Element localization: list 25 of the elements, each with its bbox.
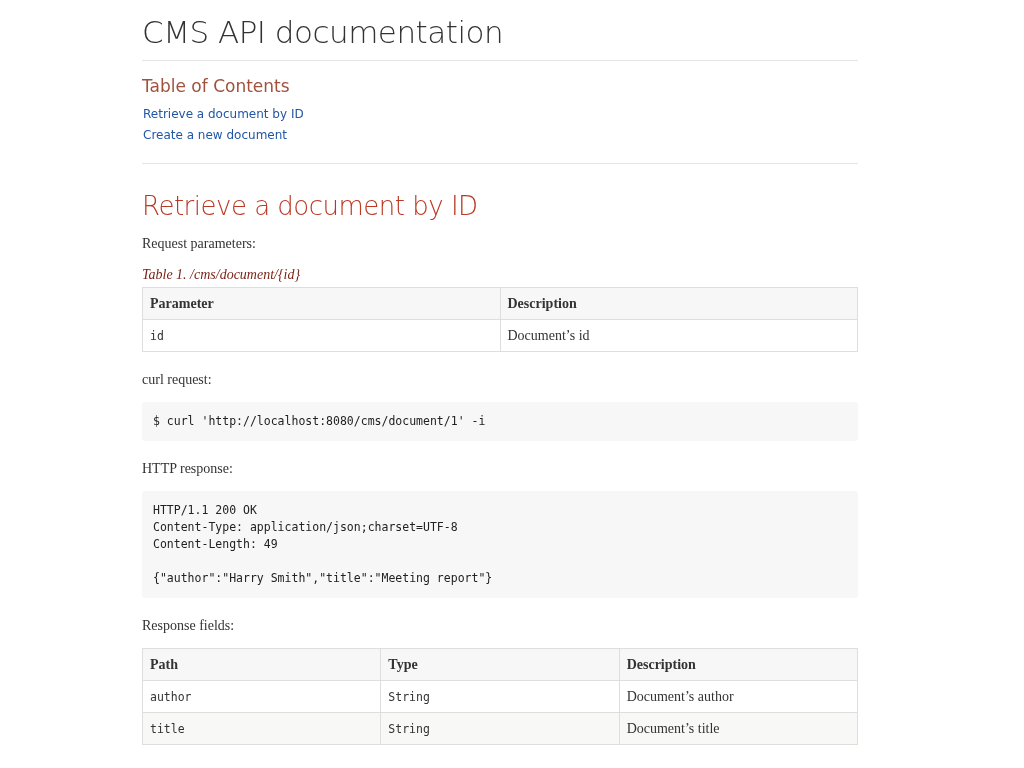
- toc-link[interactable]: Retrieve a document by ID: [143, 107, 304, 121]
- table-cell: title: [142, 712, 381, 745]
- column-header: Description: [619, 648, 858, 681]
- section-heading: Retrieve a document by ID: [142, 190, 479, 223]
- paragraph: HTTP response:: [142, 460, 234, 478]
- table-cell: author: [142, 680, 381, 713]
- toc-title: Table of Contents: [142, 75, 291, 97]
- table-cell: String: [380, 680, 620, 713]
- column-header: Description: [500, 287, 858, 320]
- table-caption: Table 1. /cms/document/{id}: [142, 266, 302, 284]
- code-block: $ curl 'http://localhost:8080/cms/document/1' -i: [142, 402, 858, 441]
- column-header: Parameter: [142, 287, 500, 320]
- table-cell: id: [142, 319, 500, 352]
- code-block: HTTP/1.1 200 OK Content-Type: application/json;charset=UTF-8 Content-Length: 49 {"author":"Harry Smith","title":"Meeting report"}: [142, 491, 858, 598]
- toc-link[interactable]: Create a new document: [143, 128, 288, 142]
- paragraph: Request parameters:: [142, 235, 257, 253]
- paragraph: Response fields:: [142, 617, 236, 635]
- page-title: CMS API documentation: [142, 13, 505, 52]
- table-cell: Document’s id: [500, 319, 858, 352]
- paragraph: curl request:: [142, 371, 213, 389]
- table-cell: String: [380, 712, 620, 745]
- column-header: Path: [142, 648, 381, 681]
- table-cell: Document’s author: [619, 680, 858, 713]
- table-cell: Document’s title: [619, 712, 858, 745]
- column-header: Type: [380, 648, 620, 681]
